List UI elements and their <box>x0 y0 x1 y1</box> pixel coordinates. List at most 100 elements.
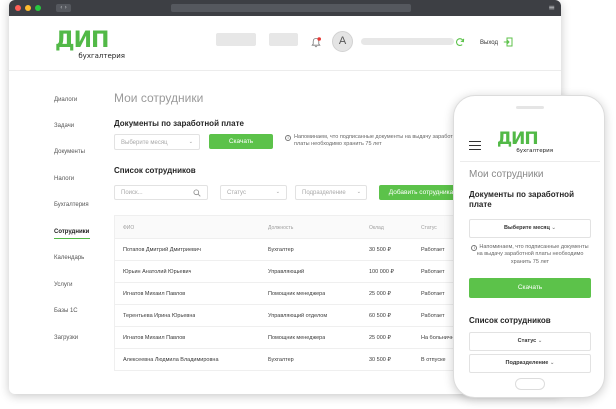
back-forward-icon[interactable]: ‹ › <box>56 4 71 12</box>
sidebar-item-documents[interactable]: Документы <box>54 149 85 155</box>
employee-status: Работает <box>421 313 445 319</box>
table-row[interactable]: Терентьева Ирина Юрьевна Управляющий отд… <box>115 305 460 327</box>
table-row[interactable]: Игнатов Михаил Павлов Помощник менеджера… <box>115 327 460 349</box>
employee-name: Терентьева Ирина Юрьевна <box>123 313 196 319</box>
logo-mark: ДИП <box>497 129 539 149</box>
mobile-department-filter[interactable]: Подразделение ⌄ <box>469 354 591 373</box>
employee-salary: 100 000 ₽ <box>369 269 394 275</box>
logo[interactable]: ДИП бухгалтерия <box>55 28 125 60</box>
employee-name: Юрьин Анатолий Юрьевич <box>123 269 192 275</box>
mobile-device-frame: ДИП бухгалтерия Мои сотрудники Документы… <box>453 95 605 398</box>
employee-name: Алексеевна Людмила Владимировна <box>123 357 219 363</box>
mockup-stage: ‹ › ≡ ДИП бухгалтерия А Выход Диалоги За… <box>0 0 616 409</box>
mobile-month-select[interactable]: Выберите месяц ⌄ <box>469 219 591 238</box>
hamburger-menu-icon[interactable] <box>469 141 481 153</box>
month-select[interactable]: Выберите месяц ⌄ <box>114 134 200 150</box>
column-header-position[interactable]: Должность <box>268 225 293 231</box>
phone-home-button[interactable] <box>515 378 545 390</box>
table-row[interactable]: Потапов Дмитрий Дмитриевич Бухгалтер 30 … <box>115 239 460 261</box>
mobile-status-filter[interactable]: Статус ⌄ <box>469 332 591 351</box>
logo-subtitle: бухгалтерия <box>516 148 553 154</box>
mobile-department-filter-label: Подразделение <box>505 360 549 366</box>
add-employee-button[interactable]: Добавить сотрудника <box>379 185 463 200</box>
mobile-status-filter-label: Статус <box>517 338 537 344</box>
chevron-down-icon: ⌄ <box>275 189 280 195</box>
employee-name: Игнатов Михаил Павлов <box>123 335 186 341</box>
mobile-download-button[interactable]: Скачать <box>469 278 591 298</box>
page-title: Мои сотрудники <box>114 91 204 105</box>
sync-icon[interactable] <box>455 37 465 47</box>
header-placeholder-block <box>216 33 256 46</box>
logout-icon[interactable] <box>503 37 513 47</box>
employee-position: Управляющий отделом <box>268 313 328 319</box>
address-bar[interactable] <box>171 4 411 12</box>
header-placeholder-block <box>269 33 298 46</box>
table-row[interactable]: Игнатов Михаил Павлов Помощник менеджера… <box>115 283 460 305</box>
logo-subtitle: бухгалтерия <box>78 52 125 60</box>
employee-salary: 30 500 ₽ <box>369 247 391 253</box>
sidebar-item-1c-bases[interactable]: Базы 1С <box>54 308 78 314</box>
mobile-logo[interactable]: ДИП бухгалтерия <box>497 129 553 154</box>
browser-chrome: ‹ › ≡ <box>9 0 561 16</box>
sidebar-item-calendar[interactable]: Календарь <box>54 255 84 261</box>
chevron-down-icon: ⌄ <box>188 139 193 145</box>
sidebar-item-tasks[interactable]: Задачи <box>54 123 74 129</box>
employee-salary: 30 500 ₽ <box>369 357 391 363</box>
chevron-down-icon: ⌄ <box>537 338 543 344</box>
active-item-underline <box>54 238 90 239</box>
employee-status: В отпуске <box>421 357 446 363</box>
employee-status: Работает <box>421 247 445 253</box>
maximize-window-icon[interactable] <box>35 5 41 11</box>
mobile-employees-title: Список сотрудников <box>469 316 551 325</box>
table-row[interactable]: Алексеевна Людмила Владимировна Бухгалте… <box>115 349 460 370</box>
employee-name: Потапов Дмитрий Дмитриевич <box>123 247 201 253</box>
department-filter-label: Подразделение <box>302 190 346 196</box>
chevron-down-icon: ⌄ <box>551 225 556 231</box>
mobile-salary-section-title: Документы по заработной плате <box>469 190 574 209</box>
mobile-header-divider <box>460 161 600 162</box>
employee-salary: 60 500 ₽ <box>369 313 391 319</box>
user-avatar[interactable]: А <box>332 31 353 52</box>
status-filter-select[interactable]: Статус ⌄ <box>220 185 287 200</box>
sidebar-item-employees[interactable]: Сотрудники <box>54 229 89 235</box>
salary-section-title: Документы по заработной плате <box>114 119 244 128</box>
employee-position: Помощник менеджера <box>268 335 326 341</box>
mobile-retention-note: i Напоминаем, что подписанные документы н… <box>469 244 591 266</box>
retention-note: i Напоминаем, что подписанные документы … <box>285 134 463 149</box>
search-input[interactable]: Поиск... <box>114 185 208 200</box>
employee-position: Бухгалтер <box>268 247 294 253</box>
notification-bell-icon[interactable] <box>311 37 321 48</box>
department-filter-select[interactable]: Подразделение ⌄ <box>295 185 367 200</box>
employee-name: Игнатов Михаил Павлов <box>123 291 186 297</box>
column-header-name[interactable]: ФИО <box>123 225 134 231</box>
employee-position: Помощник менеджера <box>268 291 326 297</box>
status-filter-label: Статус <box>227 190 246 196</box>
search-icon <box>193 189 201 197</box>
employee-salary: 25 000 ₽ <box>369 291 391 297</box>
table-row[interactable]: Юрьин Анатолий Юрьевич Управляющий 100 0… <box>115 261 460 283</box>
column-header-status[interactable]: Статус <box>421 225 437 231</box>
close-window-icon[interactable] <box>15 5 21 11</box>
app-header: ДИП бухгалтерия А Выход <box>9 16 561 71</box>
column-header-salary[interactable]: Оклад <box>369 225 384 231</box>
logo-mark: ДИП <box>55 28 109 53</box>
employees-section-title: Список сотрудников <box>114 166 196 175</box>
sidebar-item-dialogs[interactable]: Диалоги <box>54 97 77 103</box>
sidebar-item-downloads[interactable]: Загрузки <box>54 335 78 341</box>
employee-status: Работает <box>421 291 445 297</box>
mobile-page-title: Мои сотрудники <box>469 169 544 180</box>
browser-menu-icon[interactable]: ≡ <box>548 3 555 13</box>
mobile-retention-note-text: Напоминаем, что подписанные документы на… <box>476 244 589 265</box>
retention-note-text: Напоминаем, что подписанные документы на… <box>294 134 462 148</box>
chevron-down-icon: ⌄ <box>549 360 555 366</box>
mobile-month-select-label: Выберите месяц <box>504 225 550 231</box>
employees-table: ФИО Должность Оклад Статус Потапов Дмитр… <box>114 215 461 371</box>
download-button[interactable]: Скачать <box>209 134 273 149</box>
chevron-down-icon: ⌄ <box>356 189 361 195</box>
sidebar-item-accounting[interactable]: Бухгалтерия <box>54 202 89 208</box>
sidebar-item-services[interactable]: Услуги <box>54 282 72 288</box>
minimize-window-icon[interactable] <box>25 5 31 11</box>
sidebar-item-taxes[interactable]: Налоги <box>54 176 74 182</box>
search-placeholder: Поиск... <box>121 190 143 196</box>
logout-link[interactable]: Выход <box>480 40 498 46</box>
